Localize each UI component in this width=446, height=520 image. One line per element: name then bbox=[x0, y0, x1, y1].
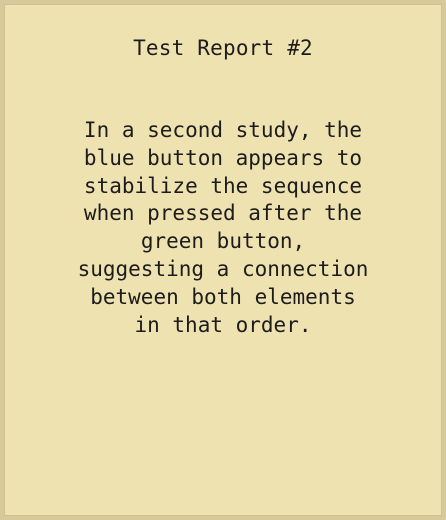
report-line: stabilize the sequence bbox=[83, 173, 363, 198]
report-line: blue button appears to bbox=[83, 145, 363, 170]
report-title: Test Report #2 bbox=[133, 36, 313, 60]
report-line: In a second study, the bbox=[83, 118, 363, 142]
report-body: In a second study, the blue button appea… bbox=[5, 117, 441, 339]
report-line: in that order. bbox=[134, 312, 312, 337]
report-line: when pressed after the bbox=[83, 201, 363, 226]
report-line: between both elements bbox=[90, 284, 356, 309]
report-line: green button, bbox=[140, 229, 306, 254]
report-line: suggesting a connection bbox=[77, 256, 369, 281]
test-report-note: Test Report #2 In a second study, the bl… bbox=[4, 4, 442, 516]
